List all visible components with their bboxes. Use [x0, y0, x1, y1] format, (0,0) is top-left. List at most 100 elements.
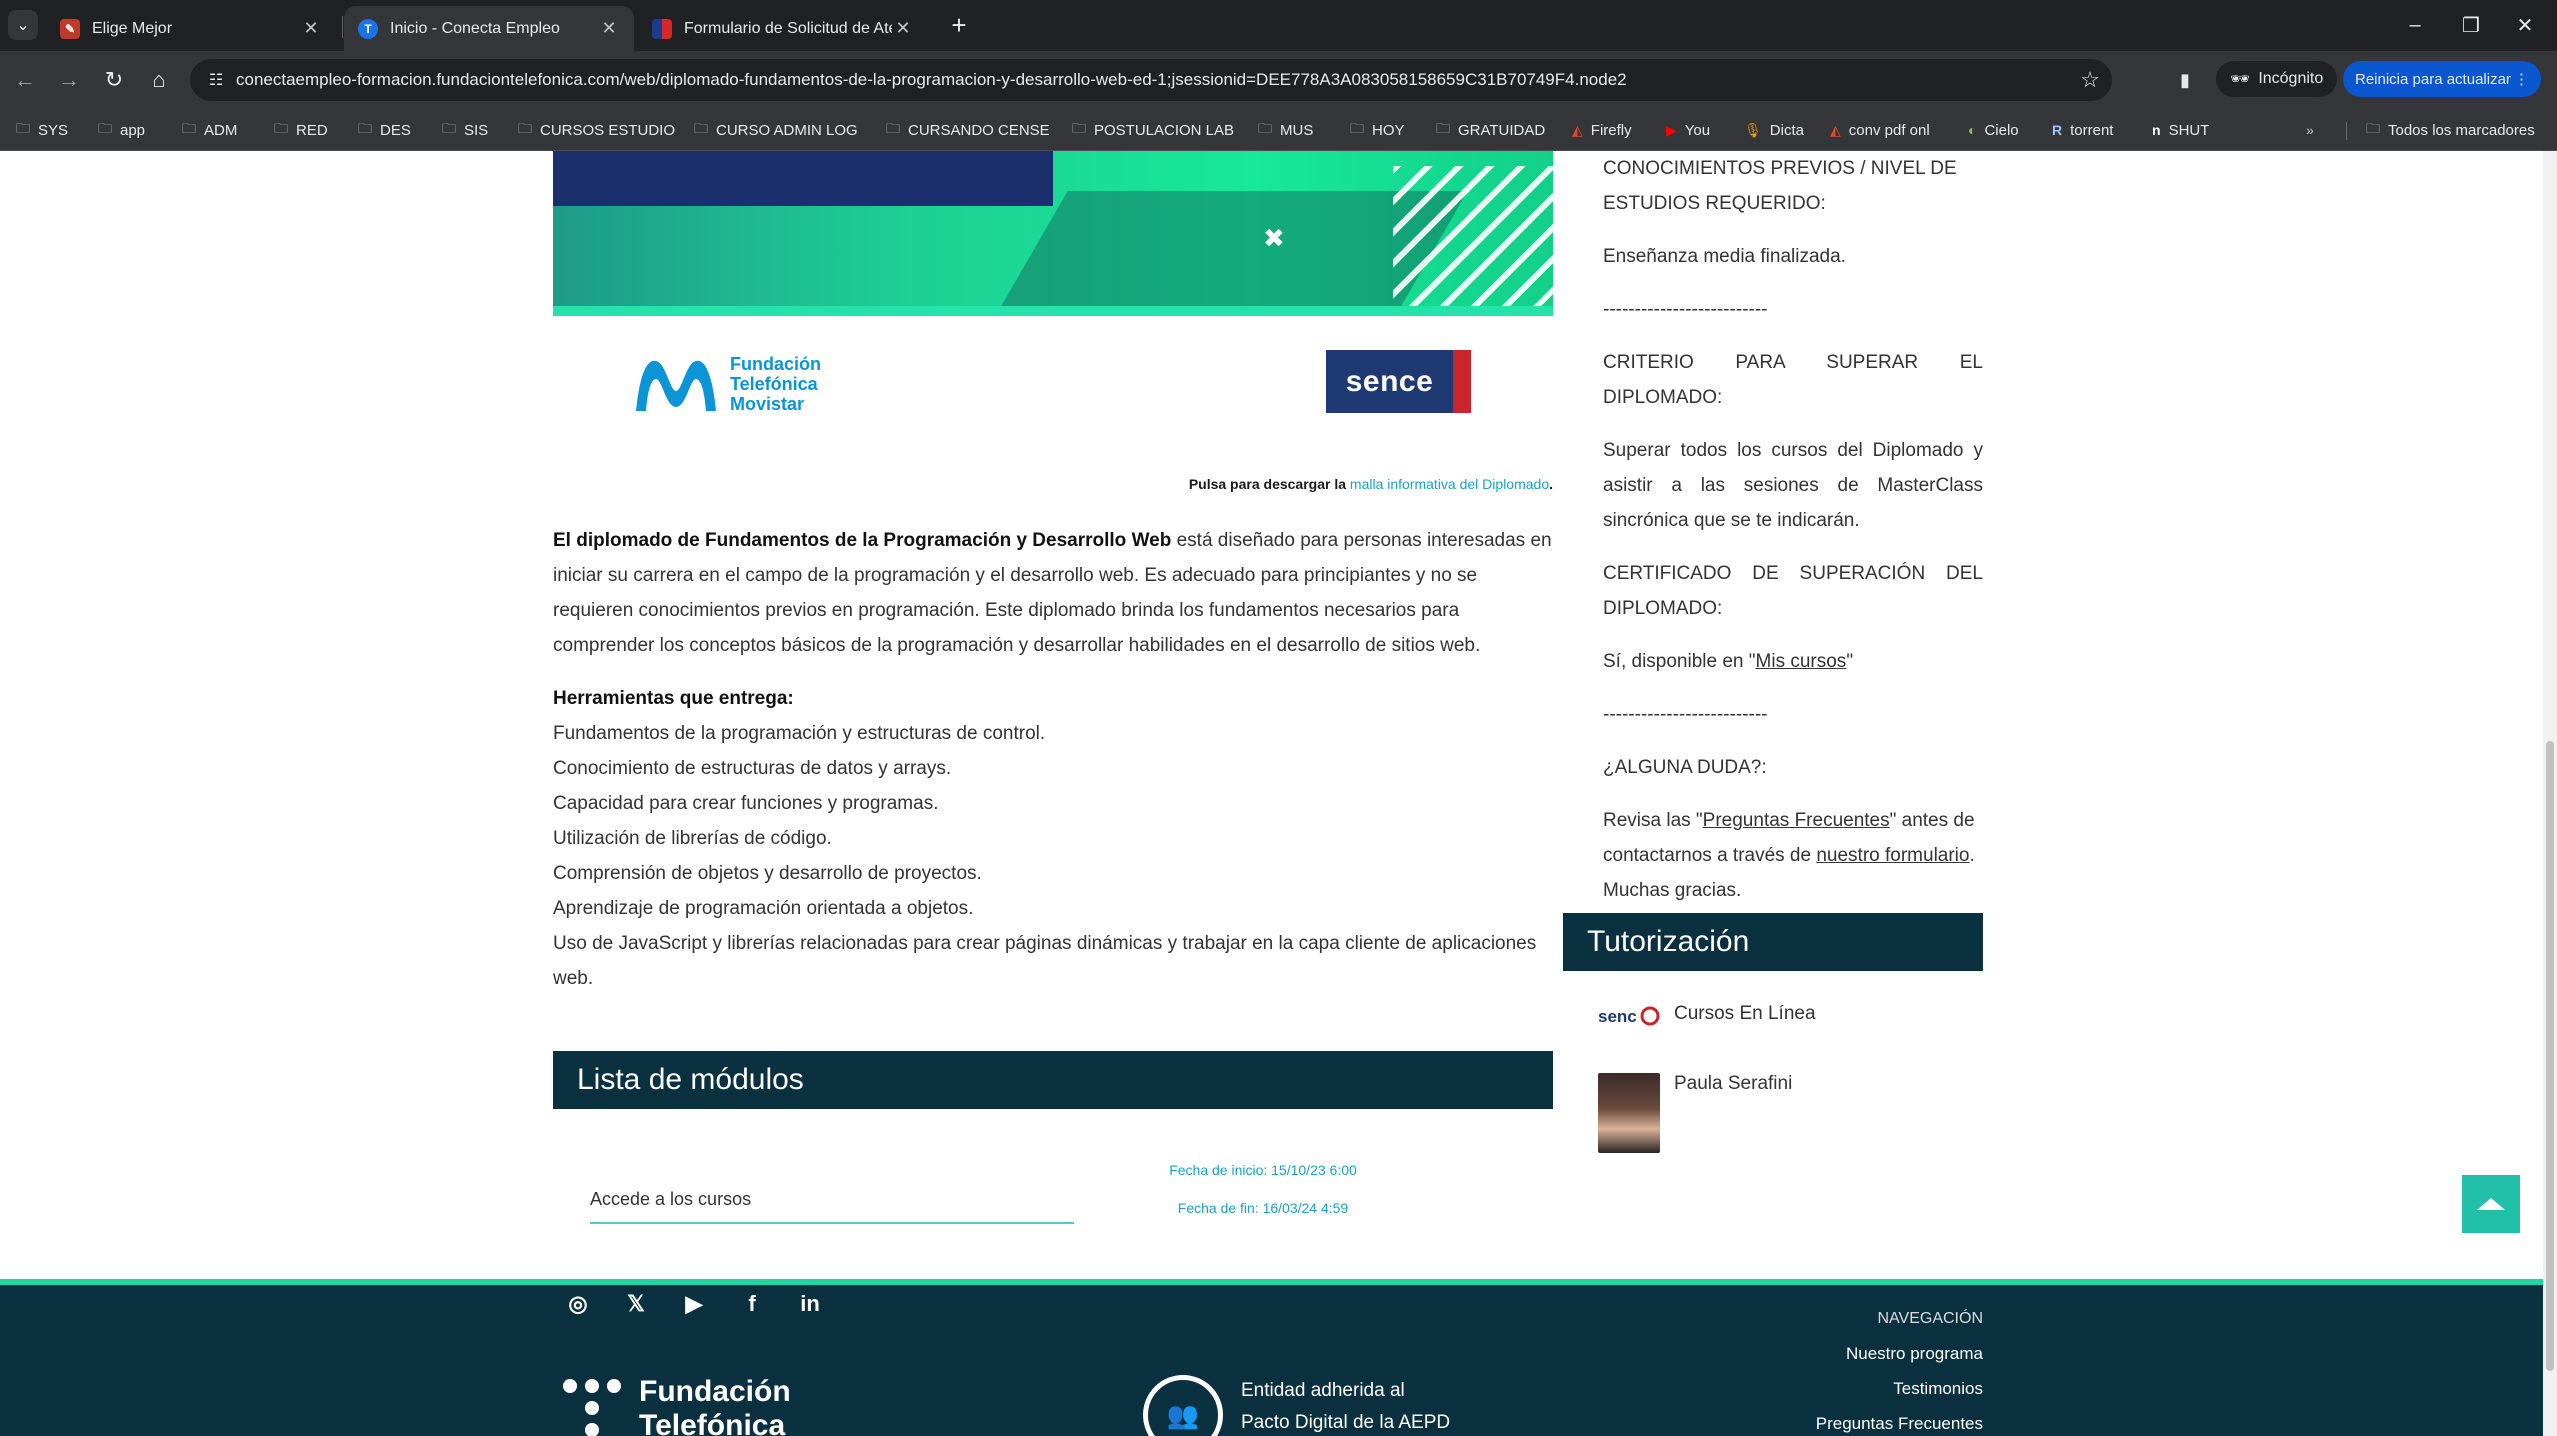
- bookmark-label: Todos los marcadores: [2388, 121, 2535, 139]
- footer-nav-link[interactable]: Preguntas Frecuentes: [1700, 1406, 1983, 1436]
- course-description: El diplomado de Fundamentos de la Progra…: [553, 523, 1553, 663]
- pdf-icon: ◭: [1830, 121, 1841, 138]
- sence-logo: sence: [1326, 350, 1471, 413]
- minimize-button[interactable]: –: [2390, 8, 2440, 42]
- restart-to-update-button[interactable]: Reinicia para actualizar ⋮: [2343, 61, 2541, 97]
- tab-strip: ⌄ ✎ Elige Mejor ✕ T Inicio - Conecta Emp…: [0, 0, 2557, 51]
- restore-button[interactable]: ❐: [2446, 8, 2496, 42]
- form-link[interactable]: nuestro formulario: [1816, 845, 1969, 866]
- folder-icon: 🗀: [1258, 120, 1272, 136]
- footer-logo-line: Fundación: [639, 1375, 791, 1408]
- criteria-value: Superar todos los cursos del Diplomado y…: [1603, 440, 1983, 531]
- module-row: Accede a los cursos Fecha de inicio: 15/…: [553, 1151, 1553, 1286]
- bookmark-folder[interactable]: 🗀 POSTULACION LAB: [1072, 116, 1234, 144]
- x-twitter-icon[interactable]: 𝕏: [624, 1291, 648, 1317]
- tab-search-button[interactable]: ⌄: [8, 10, 38, 40]
- footer-nav-link[interactable]: Testimonios: [1700, 1371, 1983, 1406]
- url-text[interactable]: conectaempleo-formacion.fundaciontelefon…: [236, 70, 2068, 90]
- banner-stripes: [1393, 166, 1553, 306]
- scrollbar-thumb[interactable]: [2546, 741, 2554, 1371]
- folder-icon: 🗀: [2366, 120, 2380, 136]
- fundacion-telefonica-footer-logo[interactable]: Fundación Telefónica: [563, 1375, 791, 1436]
- bookmark-folder[interactable]: 🗀 GRATUIDAD: [1436, 116, 1545, 144]
- close-window-button[interactable]: ✕: [2500, 8, 2550, 42]
- more-bookmarks-button[interactable]: »: [2306, 116, 2314, 144]
- doubt-heading: ¿ALGUNA DUDA?:: [1603, 757, 1767, 778]
- forward-button[interactable]: →: [52, 63, 86, 97]
- bookmark-folder[interactable]: 🗀 ADM: [182, 116, 237, 144]
- back-button[interactable]: ←: [8, 63, 42, 97]
- doubt-prefix: Revisa las ": [1603, 810, 1703, 831]
- bookmark-link[interactable]: ▶ You: [1666, 116, 1710, 144]
- access-courses-label: Accede a los cursos: [590, 1188, 752, 1209]
- doubt-value: Revisa las "Preguntas Frecuentes" antes …: [1603, 803, 1983, 908]
- bookmark-star-icon[interactable]: ☆: [2068, 67, 2112, 93]
- bookmark-folder[interactable]: 🗀 SIS: [442, 116, 488, 144]
- bookmark-folder[interactable]: 🗀 RED: [274, 116, 328, 144]
- bookmark-link[interactable]: 🎙 Dicta: [1744, 116, 1804, 144]
- linkedin-icon[interactable]: in: [798, 1291, 822, 1317]
- tutor-item: senc Cursos En Línea: [1598, 1003, 1998, 1029]
- scroll-to-top-button[interactable]: [2462, 1175, 2520, 1233]
- tab-conecta-empleo[interactable]: T Inicio - Conecta Empleo ✕: [344, 6, 634, 51]
- side-panel-icon[interactable]: ▮: [2170, 65, 2200, 95]
- home-button[interactable]: ⌂: [142, 63, 176, 97]
- telefonica-dots-icon: [563, 1379, 625, 1436]
- logo-line: Telefónica: [730, 374, 818, 394]
- close-tab-icon[interactable]: ✕: [892, 18, 914, 39]
- facebook-icon[interactable]: f: [740, 1291, 764, 1317]
- banner-dark-block: [553, 151, 1053, 206]
- cert-suffix: ": [1846, 651, 1854, 672]
- folder-icon: 🗀: [518, 120, 532, 136]
- bookmark-folder[interactable]: 🗀 CURSANDO CENSE: [886, 116, 1050, 144]
- bookmark-folder[interactable]: 🗀 DES: [358, 116, 411, 144]
- bookmark-label: POSTULACION LAB: [1094, 121, 1235, 139]
- bookmark-link[interactable]: ◭ Firefly: [1572, 116, 1632, 144]
- bookmark-link[interactable]: n SHUT: [2152, 116, 2209, 144]
- new-tab-button[interactable]: +: [944, 10, 974, 40]
- bookmark-link[interactable]: Rtorrent: [2052, 116, 2113, 144]
- close-tab-icon[interactable]: ✕: [598, 18, 620, 39]
- bookmark-folder[interactable]: 🗀 SYS: [16, 116, 68, 144]
- access-courses-link[interactable]: Accede a los cursos: [590, 1176, 1074, 1224]
- bookmark-folder[interactable]: 🗀 app: [98, 116, 145, 144]
- site-info-icon[interactable]: ☷: [196, 70, 236, 90]
- course-name-bold: El diplomado de Fundamentos de la Progra…: [553, 530, 1172, 551]
- chevron-double-right-icon: »: [2306, 122, 2314, 138]
- instagram-icon[interactable]: ◎: [566, 1291, 590, 1317]
- youtube-icon: ▶: [1666, 121, 1677, 138]
- incognito-indicator[interactable]: 🕶 Incógnito: [2216, 61, 2338, 97]
- mis-cursos-link[interactable]: Mis cursos: [1756, 651, 1847, 672]
- aepd-people-icon: 👥: [1143, 1375, 1223, 1436]
- tutor-name: Cursos En Línea: [1674, 1003, 1816, 1024]
- bookmark-folder[interactable]: 🗀 CURSO ADMIN LOG: [694, 116, 858, 144]
- bookmark-label: RED: [296, 121, 328, 139]
- folder-icon: 🗀: [274, 120, 288, 136]
- bookmark-folder[interactable]: 🗀 HOY: [1350, 116, 1405, 144]
- close-tab-icon[interactable]: ✕: [300, 18, 322, 39]
- tab-formulario[interactable]: Formulario de Solicitud de Aten ✕: [638, 6, 928, 51]
- tools-heading: Herramientas que entrega:: [553, 688, 794, 709]
- page-scrollbar[interactable]: [2543, 151, 2557, 1436]
- modules-title: Lista de módulos: [577, 1063, 804, 1096]
- bookmark-folder[interactable]: 🗀 CURSOS ESTUDIO: [518, 116, 675, 144]
- footer-nav-heading: NAVEGACIÓN: [1877, 1310, 1984, 1327]
- kebab-menu-icon[interactable]: ⋮: [2514, 70, 2529, 88]
- bookmark-label: You: [1684, 121, 1711, 139]
- tab-elige-mejor[interactable]: ✎ Elige Mejor ✕: [46, 6, 336, 51]
- bookmark-label: Dicta: [1769, 121, 1804, 139]
- tab-title: Formulario de Solicitud de Aten: [684, 19, 892, 37]
- bookmark-link[interactable]: ◭ conv pdf onl: [1830, 116, 1930, 144]
- all-bookmarks-folder[interactable]: 🗀 Todos los marcadores: [2366, 116, 2535, 144]
- bookmark-folder[interactable]: 🗀 MUS: [1258, 116, 1313, 144]
- youtube-icon[interactable]: ▶: [682, 1291, 706, 1317]
- footer-logo-text: Fundación Telefónica: [639, 1375, 791, 1436]
- bookmark-link[interactable]: ◐ Cielo: [1968, 116, 2019, 144]
- reload-button[interactable]: ↻: [97, 63, 131, 97]
- download-malla-link[interactable]: malla informativa del Diplomado: [1350, 476, 1549, 492]
- tutor-avatar: [1598, 1073, 1660, 1153]
- bookmark-label: conv pdf onl: [1848, 121, 1930, 139]
- faq-link[interactable]: Preguntas Frecuentes: [1703, 810, 1890, 831]
- footer-nav-link[interactable]: Nuestro programa: [1700, 1336, 1983, 1371]
- address-bar[interactable]: ☷ conectaempleo-formacion.fundaciontelef…: [190, 59, 2112, 101]
